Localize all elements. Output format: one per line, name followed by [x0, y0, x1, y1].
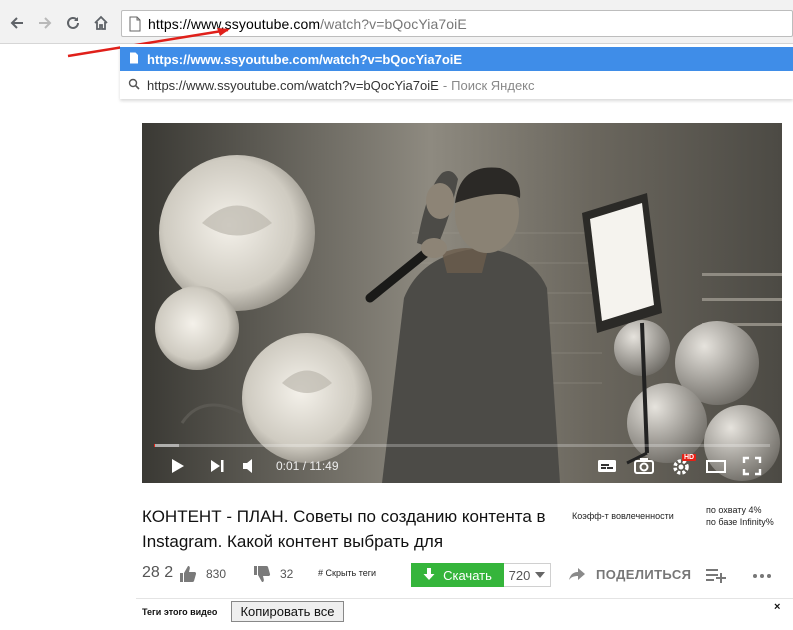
skip-next-icon: [211, 460, 224, 472]
hide-tags-link[interactable]: # Скрыть теги: [318, 568, 376, 578]
forward-button[interactable]: [34, 12, 56, 34]
browser-toolbar: https://www.ssyoutube.com/watch?v=bQocYi…: [0, 0, 793, 44]
copy-all-button[interactable]: Копировать все: [231, 601, 344, 622]
autocomplete-search-suggestion[interactable]: https://www.ssyoutube.com/watch?v=bQocYi…: [120, 73, 793, 97]
search-separator: -: [442, 77, 448, 93]
play-icon: [172, 459, 184, 473]
add-to-playlist-icon[interactable]: [705, 565, 727, 585]
more-options-icon[interactable]: [750, 564, 774, 586]
hd-badge: HD: [682, 454, 697, 461]
video-actions-row: 28 2 830 32 # Скрыть теги Скачать 720 ПО…: [142, 562, 793, 588]
video-title: КОНТЕНТ - ПЛАН. Советы по созданию конте…: [142, 507, 546, 551]
reach-line-1: по охвату 4%: [706, 505, 762, 515]
share-button[interactable]: ПОДЕЛИТЬСЯ: [568, 565, 691, 583]
download-arrow-icon: [423, 568, 435, 580]
download-button[interactable]: Скачать: [411, 563, 504, 587]
volume-icon: [243, 459, 252, 473]
url-host: https://www.ssyoutube.com: [148, 16, 321, 32]
share-arrow-icon: [569, 568, 585, 580]
screenshot-button[interactable]: [631, 453, 657, 479]
search-engine-hint: Поиск Яндекс: [451, 77, 535, 93]
share-label: ПОДЕЛИТЬСЯ: [596, 566, 692, 582]
tags-label: Теги этого видео: [142, 607, 218, 617]
next-button[interactable]: [204, 453, 230, 479]
page-icon: [130, 52, 138, 64]
mute-button[interactable]: [238, 453, 264, 479]
quality-value: 720: [508, 567, 531, 583]
video-player[interactable]: 0:01 / 11:49 HD: [142, 123, 782, 483]
progress-played: [154, 444, 155, 447]
engagement-label: Коэфф-т вовлеченности: [572, 511, 674, 521]
arrow-right-icon: [39, 17, 52, 29]
theater-mode-button[interactable]: [703, 453, 729, 479]
back-button[interactable]: [6, 12, 28, 34]
chevron-down-icon: [535, 572, 546, 578]
home-button[interactable]: [90, 12, 112, 34]
dislike-button[interactable]: 32: [252, 564, 293, 584]
video-frame: [142, 123, 782, 483]
tags-bar: Теги этого видео Копировать все ×: [136, 598, 793, 630]
autocomplete-dropdown: https://www.ssyoutube.com/watch?v=bQocYi…: [120, 44, 793, 99]
autocomplete-url-suggestion[interactable]: https://www.ssyoutube.com/watch?v=bQocYi…: [120, 47, 793, 71]
thumbs-up-icon: [180, 566, 197, 582]
reach-line-2: по базе Infinity%: [706, 517, 774, 527]
play-button[interactable]: [164, 453, 190, 479]
subtitles-button[interactable]: [594, 453, 620, 479]
download-label: Скачать: [443, 567, 492, 583]
fullscreen-icon: [742, 456, 762, 476]
address-bar[interactable]: https://www.ssyoutube.com/watch?v=bQocYi…: [121, 10, 793, 37]
fullscreen-button[interactable]: [739, 453, 765, 479]
reload-button[interactable]: [62, 12, 84, 34]
reload-icon: [67, 16, 79, 29]
page-icon: [129, 16, 141, 32]
progress-bar[interactable]: [154, 444, 770, 447]
player-controls: 0:01 / 11:49 HD: [142, 451, 782, 483]
arrow-left-icon: [10, 17, 23, 29]
subtitles-icon: [598, 460, 616, 472]
view-count: 28 2: [142, 564, 174, 581]
url-path: /watch?v=bQocYia7oiE: [320, 16, 467, 32]
thumbs-down-icon: [254, 566, 271, 582]
search-icon: [128, 78, 140, 90]
camera-icon: [634, 458, 654, 474]
progress-buffered: [154, 444, 179, 447]
url-text: https://www.ssyoutube.com/watch?v=bQocYi…: [148, 16, 467, 32]
dislike-count: 32: [280, 567, 294, 581]
suggestion-text: https://www.ssyoutube.com/watch?v=bQocYi…: [147, 51, 463, 67]
quality-select[interactable]: 720: [504, 563, 551, 587]
settings-button[interactable]: HD: [668, 453, 697, 479]
home-icon: [94, 15, 108, 30]
time-display: 0:01 / 11:49: [276, 459, 339, 473]
close-tags-button[interactable]: ×: [774, 601, 780, 613]
like-count: 830: [206, 567, 227, 581]
search-query-text: https://www.ssyoutube.com/watch?v=bQocYi…: [147, 77, 439, 93]
download-control: Скачать 720: [411, 563, 551, 587]
like-button[interactable]: 830: [178, 564, 226, 584]
theater-mode-icon: [706, 460, 726, 473]
